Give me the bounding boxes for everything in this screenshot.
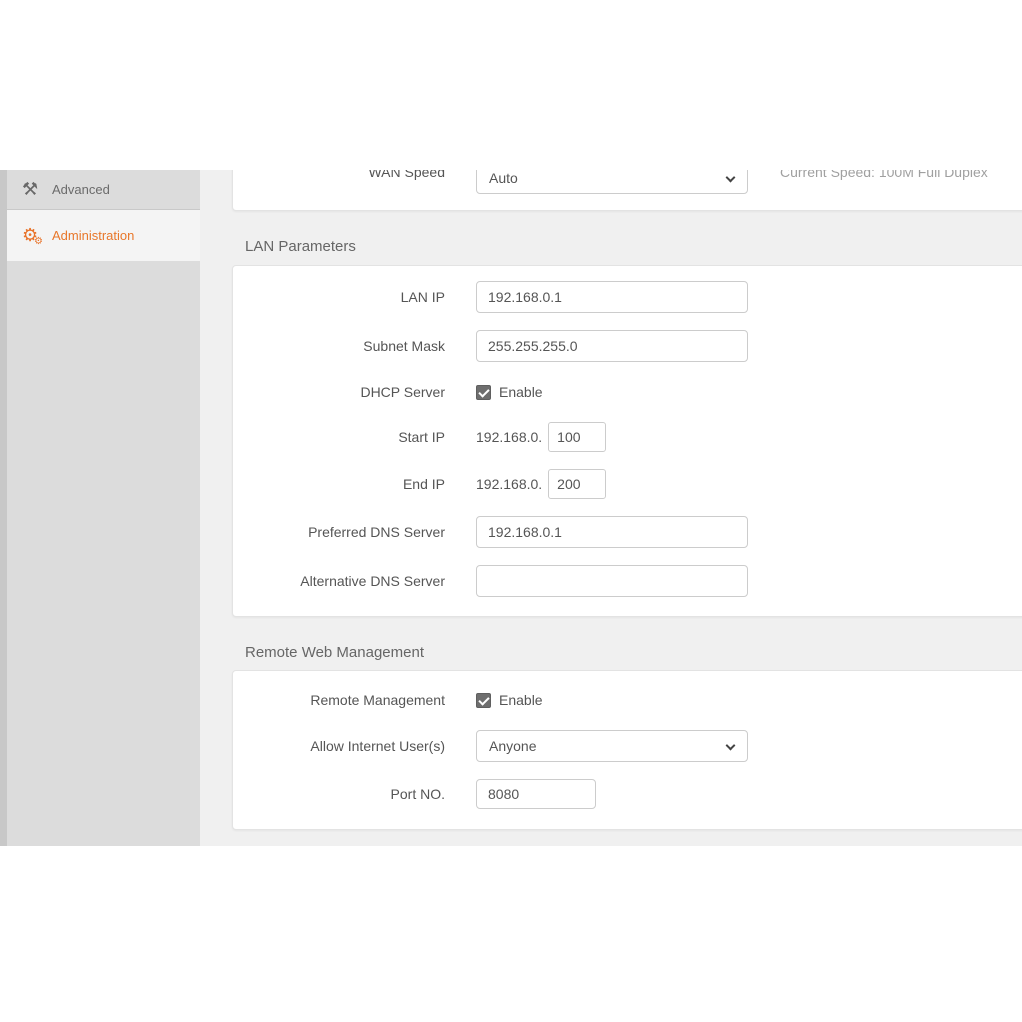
allow-internet-users-row: Allow Internet User(s) Anyone <box>233 730 1022 762</box>
lan-parameters-card: LAN IP Subnet Mask DHCP Server Enable St… <box>232 265 1022 617</box>
port-no-row: Port NO. <box>233 779 1022 809</box>
remote-management-enable-checkbox[interactable] <box>476 693 491 708</box>
start-ip-prefix: 192.168.0. <box>476 429 542 445</box>
lan-ip-label: LAN IP <box>233 289 445 305</box>
lan-ip-row: LAN IP <box>233 281 1022 313</box>
wan-speed-selected-value: Auto <box>489 170 518 186</box>
dhcp-enable-checkbox[interactable] <box>476 385 491 400</box>
alternative-dns-row: Alternative DNS Server <box>233 565 1022 597</box>
sidebar-item-label: Advanced <box>52 182 110 197</box>
remote-web-management-card: Remote Management Enable Allow Internet … <box>232 670 1022 830</box>
wan-settings-card: WAN Speed Auto Current Speed: 100M Full … <box>232 170 1022 211</box>
subnet-mask-row: Subnet Mask <box>233 330 1022 362</box>
lan-ip-input[interactable] <box>476 281 748 313</box>
start-ip-label: Start IP <box>233 429 445 445</box>
wan-current-speed-status: Current Speed: 100M Full Duplex <box>780 170 988 188</box>
end-ip-row: End IP 192.168.0. <box>233 469 1022 499</box>
remote-management-label: Remote Management <box>233 692 445 708</box>
port-no-input[interactable] <box>476 779 596 809</box>
sidebar: ⚒ Advanced ⚙⚙ Administration <box>7 170 200 846</box>
preferred-dns-input[interactable] <box>476 516 748 548</box>
alternative-dns-input[interactable] <box>476 565 748 597</box>
allow-internet-users-selected-value: Anyone <box>489 738 536 754</box>
dhcp-server-row: DHCP Server Enable <box>233 379 1022 405</box>
lan-parameters-title: LAN Parameters <box>245 237 356 257</box>
gear-icon: ⚙⚙ <box>22 227 52 245</box>
allow-internet-users-label: Allow Internet User(s) <box>233 738 445 754</box>
sidebar-scroll-strip <box>0 170 7 846</box>
preferred-dns-label: Preferred DNS Server <box>233 524 445 540</box>
app-viewport: ⚒ Advanced ⚙⚙ Administration WAN Speed A… <box>0 170 1022 846</box>
wan-speed-select[interactable]: Auto <box>476 170 748 194</box>
subnet-mask-label: Subnet Mask <box>233 338 445 354</box>
wan-speed-label: WAN Speed <box>233 170 445 188</box>
end-ip-input[interactable] <box>548 469 606 499</box>
sidebar-item-administration[interactable]: ⚙⚙ Administration <box>7 210 200 261</box>
sidebar-item-advanced[interactable]: ⚒ Advanced <box>7 170 200 210</box>
subnet-mask-input[interactable] <box>476 330 748 362</box>
main-content: WAN Speed Auto Current Speed: 100M Full … <box>200 170 1022 846</box>
chevron-down-icon <box>726 173 736 183</box>
start-ip-input[interactable] <box>548 422 606 452</box>
dhcp-enable-checkbox-label: Enable <box>499 384 543 400</box>
tools-icon: ⚒ <box>22 181 52 199</box>
allow-internet-users-select[interactable]: Anyone <box>476 730 748 762</box>
end-ip-label: End IP <box>233 476 445 492</box>
chevron-down-icon <box>726 741 736 751</box>
port-no-label: Port NO. <box>233 786 445 802</box>
preferred-dns-row: Preferred DNS Server <box>233 516 1022 548</box>
start-ip-row: Start IP 192.168.0. <box>233 422 1022 452</box>
remote-web-management-title: Remote Web Management <box>245 643 424 663</box>
sidebar-item-label: Administration <box>52 228 134 243</box>
dhcp-server-label: DHCP Server <box>233 384 445 400</box>
end-ip-prefix: 192.168.0. <box>476 476 542 492</box>
remote-management-row: Remote Management Enable <box>233 687 1022 713</box>
remote-management-checkbox-label: Enable <box>499 692 543 708</box>
alternative-dns-label: Alternative DNS Server <box>233 573 445 589</box>
